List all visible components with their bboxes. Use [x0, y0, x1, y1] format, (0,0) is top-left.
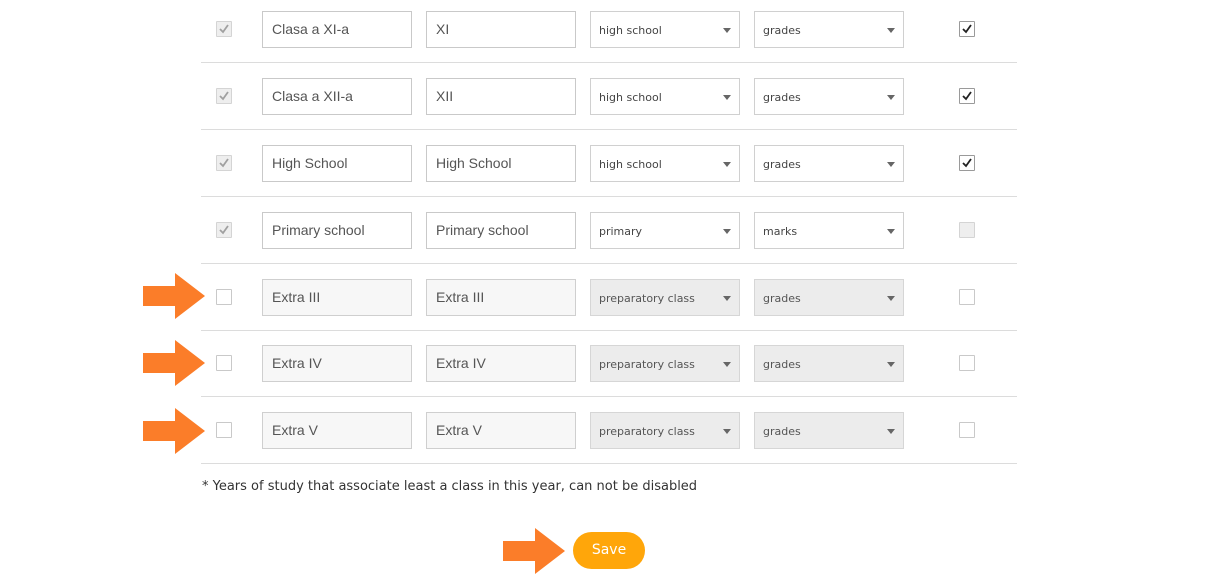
- checkmark-icon: [962, 91, 972, 101]
- grading-select[interactable]: grades: [754, 279, 904, 316]
- checkmark-icon: [219, 24, 229, 34]
- row-active-checkbox: [959, 222, 975, 238]
- grading-select[interactable]: grades: [754, 78, 904, 115]
- chevron-down-icon: [723, 429, 731, 434]
- row-active-checkbox[interactable]: [959, 289, 975, 305]
- year-short-name-input[interactable]: XII: [426, 78, 576, 115]
- level-select-value: high school: [599, 158, 662, 171]
- table-row: Clasa a XI-a XI high school grades: [201, 0, 1017, 63]
- arrow-right-icon: [143, 408, 205, 454]
- year-short-name-input[interactable]: Extra III: [426, 279, 576, 316]
- chevron-down-icon: [723, 28, 731, 33]
- level-select-value: preparatory class: [599, 425, 695, 438]
- row-select-checkbox: [216, 21, 232, 37]
- arrow-right-icon: [143, 273, 205, 319]
- level-select[interactable]: high school: [590, 145, 740, 182]
- row-select-checkbox[interactable]: [216, 355, 232, 371]
- level-select-value: high school: [599, 24, 662, 37]
- chevron-down-icon: [887, 429, 895, 434]
- grading-select[interactable]: marks: [754, 212, 904, 249]
- level-select[interactable]: primary: [590, 212, 740, 249]
- level-select-value: primary: [599, 225, 643, 238]
- table-row: Extra III Extra III preparatory class grade…: [201, 264, 1017, 331]
- grading-select[interactable]: grades: [754, 412, 904, 449]
- checkmark-icon: [962, 158, 972, 168]
- row-select-checkbox: [216, 155, 232, 171]
- grading-select-value: marks: [763, 225, 798, 238]
- footnote: * Years of study that associate least a …: [202, 479, 698, 494]
- year-short-name-input[interactable]: High School: [426, 145, 576, 182]
- year-name-input[interactable]: Extra III: [262, 279, 412, 316]
- grading-select-value: grades: [763, 24, 801, 37]
- level-select-value: preparatory class: [599, 292, 695, 305]
- row-active-checkbox[interactable]: [959, 422, 975, 438]
- grading-select-value: grades: [763, 425, 801, 438]
- table-row: High School High School high school grades: [201, 130, 1017, 197]
- level-select[interactable]: preparatory class: [590, 412, 740, 449]
- table-row: Extra IV Extra IV preparatory class grades: [201, 330, 1017, 397]
- grading-select-value: grades: [763, 292, 801, 305]
- grading-select[interactable]: grades: [754, 345, 904, 382]
- year-name-input[interactable]: High School: [262, 145, 412, 182]
- grading-select[interactable]: grades: [754, 11, 904, 48]
- year-short-name-input[interactable]: Extra IV: [426, 345, 576, 382]
- checkmark-icon: [219, 225, 229, 235]
- grading-select[interactable]: grades: [754, 145, 904, 182]
- level-select-value: preparatory class: [599, 358, 695, 371]
- grading-select-value: grades: [763, 158, 801, 171]
- year-name-input[interactable]: Primary school: [262, 212, 412, 249]
- year-short-name-input[interactable]: Extra V: [426, 412, 576, 449]
- row-select-checkbox[interactable]: [216, 422, 232, 438]
- level-select-value: high school: [599, 91, 662, 104]
- row-active-checkbox[interactable]: [959, 21, 975, 37]
- chevron-down-icon: [723, 95, 731, 100]
- level-select[interactable]: preparatory class: [590, 279, 740, 316]
- checkmark-icon: [219, 158, 229, 168]
- save-button[interactable]: Save: [573, 532, 645, 569]
- level-select[interactable]: high school: [590, 78, 740, 115]
- row-active-checkbox[interactable]: [959, 155, 975, 171]
- chevron-down-icon: [723, 362, 731, 367]
- chevron-down-icon: [887, 229, 895, 234]
- table-row: Primary school Primary school primary marks: [201, 197, 1017, 264]
- chevron-down-icon: [887, 362, 895, 367]
- grading-select-value: grades: [763, 358, 801, 371]
- checkmark-icon: [962, 24, 972, 34]
- year-short-name-input[interactable]: XI: [426, 11, 576, 48]
- table-row: Clasa a XII-a XII high school grades: [201, 63, 1017, 130]
- checkmark-icon: [219, 91, 229, 101]
- year-name-input[interactable]: Extra IV: [262, 345, 412, 382]
- level-select[interactable]: high school: [590, 11, 740, 48]
- arrow-right-icon: [143, 340, 205, 386]
- grading-select-value: grades: [763, 91, 801, 104]
- chevron-down-icon: [723, 162, 731, 167]
- chevron-down-icon: [887, 162, 895, 167]
- chevron-down-icon: [887, 296, 895, 301]
- chevron-down-icon: [887, 28, 895, 33]
- year-name-input[interactable]: Clasa a XII-a: [262, 78, 412, 115]
- year-name-input[interactable]: Clasa a XI-a: [262, 11, 412, 48]
- year-short-name-input[interactable]: Primary school: [426, 212, 576, 249]
- chevron-down-icon: [723, 296, 731, 301]
- row-select-checkbox[interactable]: [216, 289, 232, 305]
- table-row: Extra V Extra V preparatory class grades: [201, 397, 1017, 464]
- arrow-right-icon: [503, 528, 565, 574]
- row-select-checkbox: [216, 222, 232, 238]
- chevron-down-icon: [887, 95, 895, 100]
- row-active-checkbox[interactable]: [959, 355, 975, 371]
- row-select-checkbox: [216, 88, 232, 104]
- chevron-down-icon: [723, 229, 731, 234]
- row-active-checkbox[interactable]: [959, 88, 975, 104]
- year-name-input[interactable]: Extra V: [262, 412, 412, 449]
- level-select[interactable]: preparatory class: [590, 345, 740, 382]
